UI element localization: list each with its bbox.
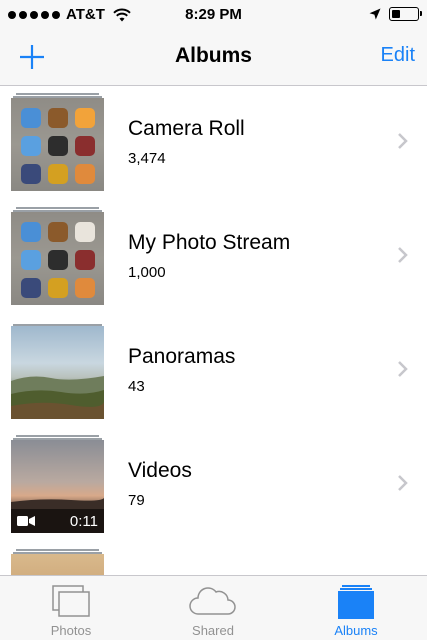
status-right [369,7,422,21]
album-count: 43 [128,378,145,395]
chevron-right-icon [398,133,408,149]
chevron-right-icon [398,361,408,377]
location-arrow-icon [369,8,381,20]
album-count: 3,474 [128,150,166,167]
album-thumbnail [11,207,104,309]
page-title: Albums [174,44,252,67]
status-time: 8:29 PM [185,6,242,23]
photos-icon [52,585,90,617]
album-name: Videos [128,459,192,482]
album-count: 1,000 [128,264,166,281]
video-overlay-bar: 0:11 [11,509,104,533]
album-thumbnail [11,321,104,423]
album-count: 79 [128,492,145,509]
navigation-bar: Albums Edit [0,30,427,86]
video-duration: 0:11 [69,513,98,530]
battery-icon [389,7,422,21]
album-list: Camera Roll 3,474 My Photo Stream 1,000 [0,87,427,575]
tab-label: Shared [192,623,234,638]
album-row-panoramas[interactable]: Panoramas 43 [0,315,427,429]
album-row-partial[interactable] [0,543,427,575]
tab-shared[interactable]: Shared [142,576,284,640]
cloud-icon [189,587,236,615]
album-name: Panoramas [128,345,236,368]
album-row-videos[interactable]: 0:11 Videos 79 [0,429,427,543]
albums-icon [338,585,374,619]
chevron-right-icon [398,247,408,263]
album-name: Camera Roll [128,117,245,140]
status-bar: AT&T 8:29 PM [0,0,427,30]
album-row-my-photo-stream[interactable]: My Photo Stream 1,000 [0,201,427,315]
album-thumbnail [11,93,104,195]
tab-bar: Photos Shared Albums [0,575,427,640]
album-row-camera-roll[interactable]: Camera Roll 3,474 [0,87,427,201]
tab-label: Albums [334,623,378,638]
album-thumbnail [11,549,104,575]
edit-button[interactable]: Edit [381,44,415,67]
tab-photos[interactable]: Photos [0,576,142,640]
tab-albums[interactable]: Albums [285,576,427,640]
album-name: My Photo Stream [128,231,291,254]
video-camera-icon [17,516,35,526]
album-thumbnail: 0:11 [11,435,104,537]
plus-icon[interactable] [14,38,54,78]
chevron-right-icon [398,475,408,491]
tab-label: Photos [50,623,92,638]
